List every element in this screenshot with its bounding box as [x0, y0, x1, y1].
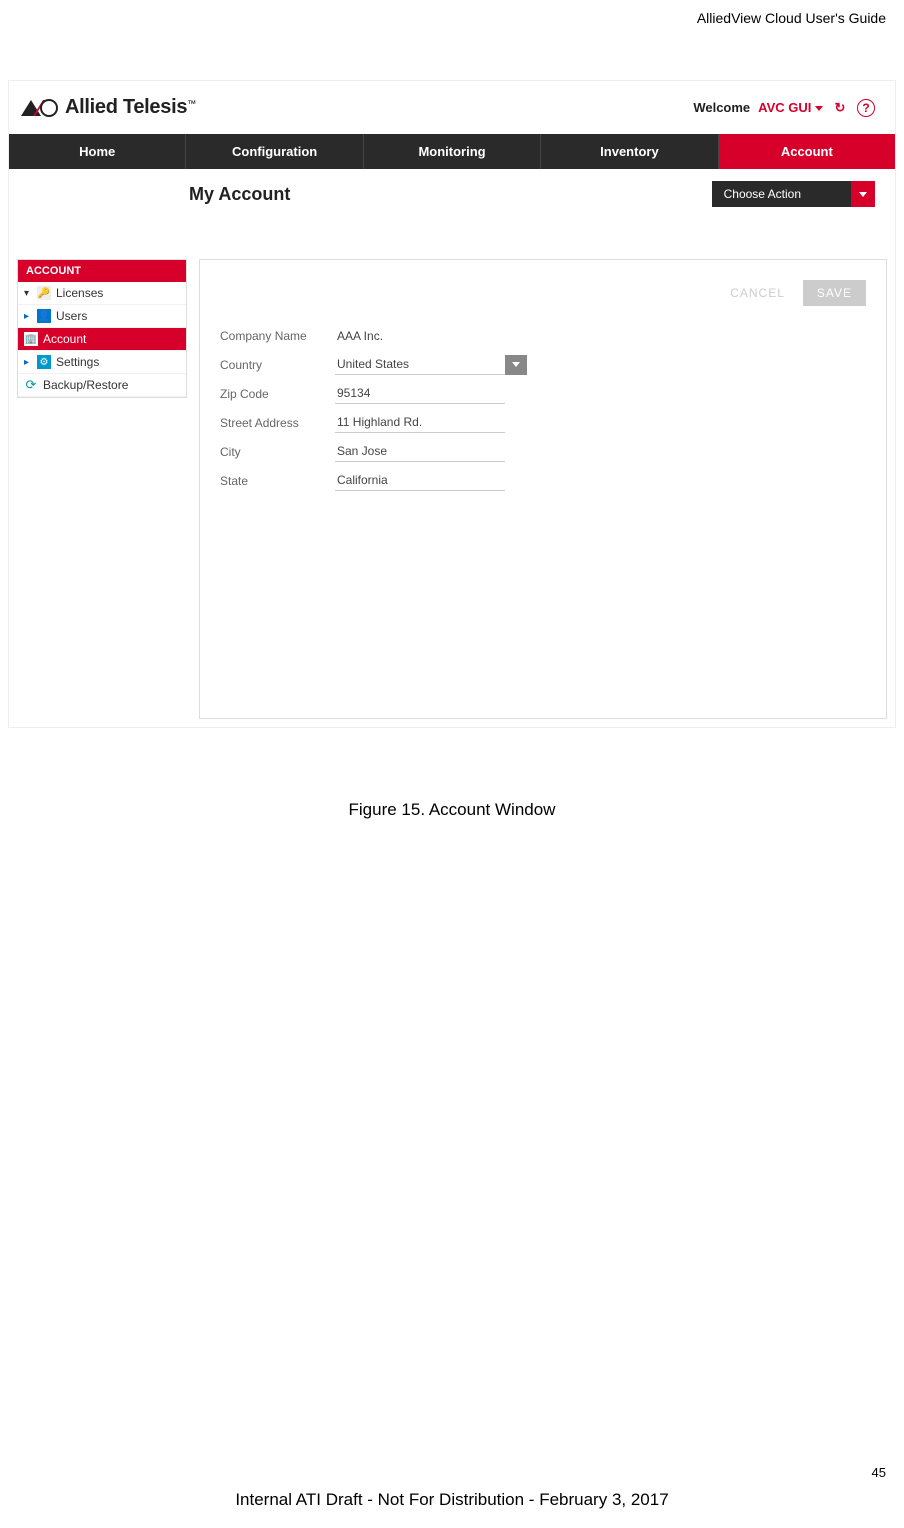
account-form: Company Name AAA Inc. Country United Sta…	[220, 326, 866, 491]
city-label: City	[220, 445, 335, 459]
zip-label: Zip Code	[220, 387, 335, 401]
nav-account[interactable]: Account	[719, 134, 895, 169]
page-number: 45	[872, 1465, 886, 1480]
choose-action-dropdown[interactable]: Choose Action	[712, 181, 875, 207]
chevron-down-icon	[512, 362, 520, 367]
collapse-icon: ▾	[24, 288, 32, 299]
nav-configuration[interactable]: Configuration	[186, 134, 363, 169]
content-area: ACCOUNT ▾ 🔑 Licenses ▸ 👤 Users 🏢 Account…	[9, 219, 895, 727]
nav-monitoring[interactable]: Monitoring	[364, 134, 541, 169]
company-name-label: Company Name	[220, 329, 335, 343]
sub-header: My Account Choose Action	[9, 169, 895, 219]
sidebar-item-licenses[interactable]: ▾ 🔑 Licenses	[18, 282, 186, 305]
zip-field[interactable]: 95134	[335, 383, 505, 404]
sidebar-item-settings[interactable]: ▸ ⚙ Settings	[18, 351, 186, 374]
city-field[interactable]: San Jose	[335, 441, 505, 462]
main-nav: Home Configuration Monitoring Inventory …	[9, 134, 895, 169]
users-icon: 👤	[37, 309, 51, 323]
page-title: My Account	[189, 184, 290, 205]
refresh-icon[interactable]: ↻	[831, 99, 849, 117]
top-bar: Allied Telesis™ Welcome AVC GUI ↻ ?	[9, 81, 895, 134]
doc-header-title: AlliedView Cloud User's Guide	[697, 10, 886, 26]
choose-action-label: Choose Action	[712, 181, 851, 207]
state-field[interactable]: California	[335, 470, 505, 491]
footer-text: Internal ATI Draft - Not For Distributio…	[0, 1490, 904, 1510]
logo-mark-icon	[19, 98, 59, 118]
account-icon: 🏢	[24, 332, 38, 346]
company-name-field[interactable]: AAA Inc.	[335, 326, 505, 346]
sidebar-header: ACCOUNT	[18, 260, 186, 282]
choose-action-arrow	[851, 181, 875, 207]
logo: Allied Telesis™	[19, 96, 196, 119]
sidebar-item-account[interactable]: 🏢 Account	[18, 328, 186, 351]
action-row: CANCEL SAVE	[220, 280, 866, 306]
welcome-user-name: AVC GUI	[758, 100, 811, 115]
street-label: Street Address	[220, 416, 335, 430]
street-field[interactable]: 11 Highland Rd.	[335, 412, 505, 433]
chevron-down-icon	[859, 192, 867, 197]
expand-icon: ▸	[24, 357, 32, 368]
sidebar-item-label: Backup/Restore	[43, 378, 128, 392]
license-icon: 🔑	[37, 286, 51, 300]
cancel-button[interactable]: CANCEL	[722, 280, 793, 306]
nav-home[interactable]: Home	[9, 134, 186, 169]
caret-down-icon	[815, 106, 823, 111]
country-label: Country	[220, 358, 335, 372]
sidebar-item-backup-restore[interactable]: ⟳ Backup/Restore	[18, 374, 186, 397]
sidebar-item-label: Licenses	[56, 286, 103, 300]
nav-inventory[interactable]: Inventory	[541, 134, 718, 169]
welcome-user-dropdown[interactable]: AVC GUI	[758, 100, 823, 115]
welcome-area: Welcome AVC GUI ↻ ?	[693, 99, 875, 117]
sidebar-item-label: Users	[56, 309, 87, 323]
figure-caption: Figure 15. Account Window	[0, 800, 904, 820]
main-panel: CANCEL SAVE Company Name AAA Inc. Countr…	[199, 259, 887, 719]
sidebar-item-label: Settings	[56, 355, 99, 369]
backup-icon: ⟳	[24, 378, 38, 392]
logo-tm: ™	[187, 99, 196, 109]
logo-text: Allied Telesis	[65, 96, 187, 118]
state-label: State	[220, 474, 335, 488]
welcome-label: Welcome	[693, 100, 750, 115]
settings-icon: ⚙	[37, 355, 51, 369]
sidebar: ACCOUNT ▾ 🔑 Licenses ▸ 👤 Users 🏢 Account…	[17, 259, 187, 398]
app-screenshot: Allied Telesis™ Welcome AVC GUI ↻ ? Home…	[8, 80, 896, 728]
country-field[interactable]: United States	[335, 354, 505, 375]
save-button[interactable]: SAVE	[803, 280, 866, 306]
expand-icon: ▸	[24, 311, 32, 322]
country-dropdown[interactable]	[505, 355, 527, 375]
help-icon[interactable]: ?	[857, 99, 875, 117]
sidebar-item-users[interactable]: ▸ 👤 Users	[18, 305, 186, 328]
sidebar-item-label: Account	[43, 332, 86, 346]
